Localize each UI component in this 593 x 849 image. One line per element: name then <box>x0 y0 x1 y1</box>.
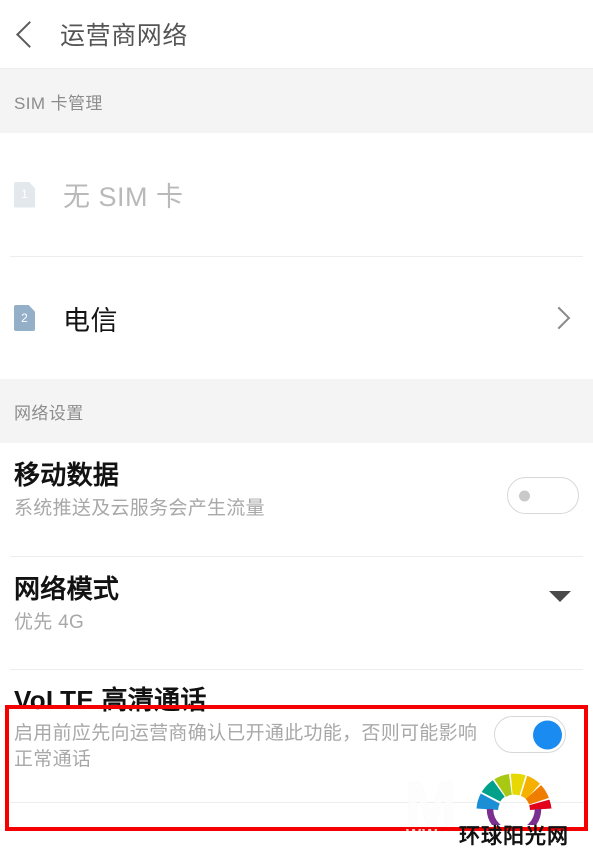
toggle-knob <box>519 490 530 501</box>
network-mode-subtitle: 优先 4G <box>14 611 85 633</box>
setting-texts: 移动数据 系统推送及云服务会产生流量 <box>14 460 497 522</box>
chevron-left-icon <box>15 20 43 48</box>
operator-network-screen: 运营商网络 SIM 卡管理 1 无 SIM 卡 2 电信 网络设置 移动数据 系… <box>0 0 593 849</box>
section-header-sim: SIM 卡管理 <box>0 69 593 133</box>
list-item-sim2[interactable]: 2 电信 <box>0 257 593 379</box>
sim2-label: 电信 <box>63 305 118 336</box>
app-bar: 运营商网络 <box>0 0 593 69</box>
network-mode-title: 网络模式 <box>14 574 120 604</box>
volte-subtitle: 启用前应先向运营商确认已开通此功能，否则可能影响正常通话 <box>14 722 478 770</box>
row-divider <box>10 802 583 803</box>
volte-title: VoLTE 高清通话 <box>14 685 207 715</box>
section-label: 网络设置 <box>14 403 84 423</box>
setting-texts: VoLTE 高清通话 启用前应先向运营商确认已开通此功能，否则可能影响正常通话 <box>14 685 484 772</box>
mobile-data-toggle[interactable] <box>507 477 579 514</box>
section-label: SIM 卡管理 <box>14 93 103 113</box>
page-title: 运营商网络 <box>60 22 189 50</box>
toggle-knob <box>533 720 562 749</box>
sim1-label: 无 SIM 卡 <box>63 182 184 212</box>
sim-slot-2-icon: 2 <box>14 305 35 331</box>
volte-toggle[interactable] <box>494 716 566 753</box>
section-header-network: 网络设置 <box>0 379 593 443</box>
setting-row-volte[interactable]: VoLTE 高清通话 启用前应先向运营商确认已开通此功能，否则可能影响正常通话 <box>0 670 593 798</box>
volte-control <box>494 686 566 753</box>
watermark-www: WW <box>406 827 439 844</box>
logo-text: 环球阳光网 <box>459 825 569 848</box>
sim-slot-1-icon: 1 <box>14 181 35 208</box>
network-mode-control <box>549 575 579 602</box>
setting-texts: 网络模式 优先 4G <box>14 574 539 636</box>
mobile-data-control <box>507 461 579 514</box>
mobile-data-title: 移动数据 <box>14 460 120 490</box>
back-button[interactable] <box>0 0 54 69</box>
list-item-sim1[interactable]: 1 无 SIM 卡 <box>0 133 593 256</box>
chevron-right-icon[interactable] <box>547 306 571 330</box>
chevron-down-icon[interactable] <box>549 591 571 602</box>
setting-row-mobile-data[interactable]: 移动数据 系统推送及云服务会产生流量 <box>0 443 593 556</box>
mobile-data-subtitle: 系统推送及云服务会产生流量 <box>14 497 265 519</box>
setting-row-network-mode[interactable]: 网络模式 优先 4G <box>0 557 593 669</box>
